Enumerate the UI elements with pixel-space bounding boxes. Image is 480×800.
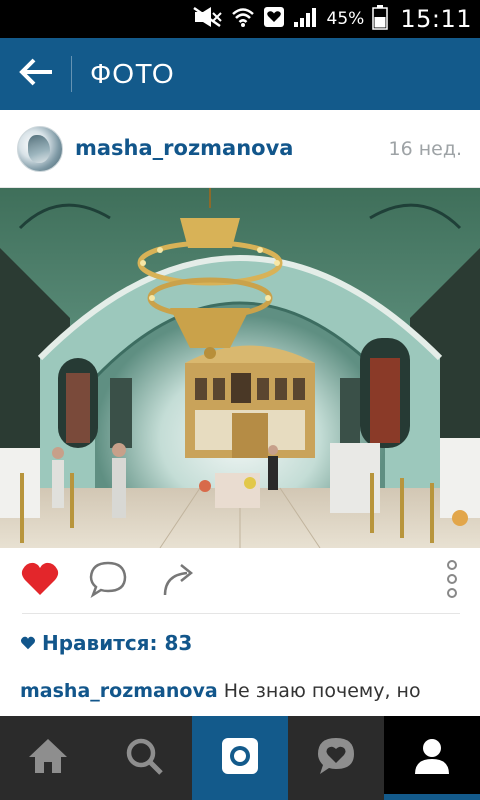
search-icon <box>124 736 164 780</box>
nav-home[interactable] <box>0 716 96 800</box>
nav-explore[interactable] <box>96 716 192 800</box>
nav-camera[interactable] <box>192 716 288 800</box>
notification-heart-icon <box>263 6 285 32</box>
status-time: 15:11 <box>400 5 472 33</box>
like-button[interactable] <box>20 562 60 600</box>
post-username[interactable]: masha_rozmanova <box>75 136 293 160</box>
battery-percent: 45% <box>326 9 365 29</box>
avatar[interactable] <box>17 126 63 172</box>
page-title: ФОТО <box>90 58 175 89</box>
small-heart-icon <box>20 631 36 655</box>
nav-profile[interactable] <box>384 716 480 800</box>
home-icon <box>27 737 69 779</box>
caption-text: Не знаю почему, но <box>223 680 421 702</box>
caption-username[interactable]: masha_rozmanova <box>20 680 218 702</box>
heart-bubble-icon <box>316 736 356 780</box>
person-icon <box>412 736 452 780</box>
post-caption: masha_rozmanova Не знаю почему, но <box>20 676 460 716</box>
signal-icon <box>293 6 319 32</box>
heart-icon <box>20 561 60 601</box>
post-header: masha_rozmanova 16 нед. <box>0 110 480 188</box>
status-bar: 45% 15:11 <box>0 0 480 38</box>
arrow-left-icon <box>18 57 54 91</box>
vertical-dots-icon <box>445 559 459 603</box>
post-timestamp: 16 нед. <box>388 138 462 160</box>
back-button[interactable] <box>16 55 56 93</box>
share-arrow-icon <box>159 561 197 601</box>
camera-icon <box>220 736 260 780</box>
bottom-navigation <box>0 716 480 800</box>
app-header: ФОТО <box>0 38 480 110</box>
nav-activity[interactable] <box>288 716 384 800</box>
mute-icon <box>192 6 223 32</box>
speech-bubble-icon <box>88 560 128 602</box>
more-options-button[interactable] <box>432 559 472 603</box>
comment-button[interactable] <box>88 560 128 602</box>
share-button[interactable] <box>158 562 198 600</box>
likes-count[interactable]: Нравится: 83 <box>20 628 192 658</box>
likes-label: Нравится: 83 <box>42 631 193 655</box>
battery-icon <box>372 4 389 34</box>
actions-divider <box>22 613 460 614</box>
post-photo[interactable] <box>0 188 480 548</box>
post-actions <box>0 548 480 614</box>
wifi-icon <box>231 6 255 32</box>
header-divider <box>71 56 72 92</box>
